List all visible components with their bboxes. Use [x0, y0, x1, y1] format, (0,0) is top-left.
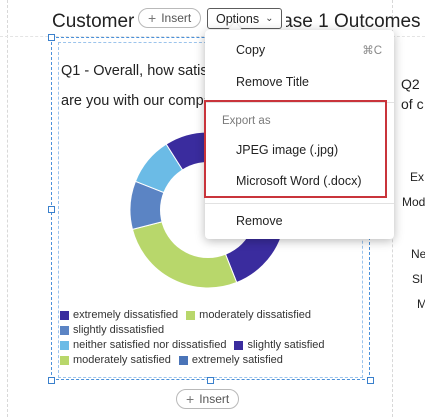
menu-item-label: Remove Title [236, 75, 309, 89]
legend-label: moderately satisfied [73, 354, 171, 366]
legend-item: neither satisfied nor dissatisfied [60, 338, 226, 353]
options-label: Options [216, 11, 260, 26]
legend-swatch [186, 311, 196, 320]
question-line-1: Q1 - Overall, how satisfied [61, 63, 211, 79]
legend-swatch [60, 326, 69, 335]
legend-row: slightly dissatisfied [60, 323, 370, 338]
legend-label: extremely satisfied [191, 354, 283, 366]
legend-label: slightly dissatisfied [73, 324, 165, 336]
resize-handle-bottom[interactable] [207, 377, 214, 384]
legend-swatch [60, 341, 69, 350]
right-label: M [417, 297, 425, 311]
legend-item: moderately satisfied [60, 353, 171, 368]
legend-label: extremely dissatisfied [73, 309, 179, 321]
menu-item-label: Remove [236, 214, 283, 228]
legend-row: extremely dissatisfied moderately dissat… [60, 308, 370, 323]
right-label: Sl [412, 272, 423, 286]
plus-icon: + [148, 10, 157, 26]
legend-swatch [60, 356, 69, 365]
menu-item-label: Copy [236, 43, 266, 57]
legend-swatch [60, 311, 69, 320]
legend-item: extremely dissatisfied [60, 308, 178, 323]
insert-button-bottom[interactable]: + Insert [176, 389, 240, 409]
right-question-line-1: Q2 [401, 76, 420, 92]
resize-handle-left[interactable] [48, 206, 55, 213]
right-question-text: Q2 of c [401, 74, 424, 114]
legend-row: neither satisfied nor dissatisfied sligh… [60, 338, 370, 353]
legend-swatch [234, 341, 244, 350]
copy-shortcut: ⌘C [362, 45, 382, 57]
legend-label: neither satisfied nor dissatisfied [73, 339, 227, 351]
guide-line [7, 0, 8, 417]
question-line-2: are you with our company? [61, 93, 211, 109]
menu-item-remove-title[interactable]: Remove Title [205, 67, 394, 97]
resize-handle-bottom-right[interactable] [367, 377, 374, 384]
resize-handle-top-left[interactable] [48, 34, 55, 41]
legend-row: moderately satisfied extremely satisfied [60, 353, 370, 368]
legend-item: slightly dissatisfied [60, 323, 164, 338]
export-highlight-box [204, 100, 387, 198]
question-text: Q1 - Overall, how satisfied are you with… [61, 56, 211, 116]
right-label: Mod [402, 195, 425, 209]
right-label: Ne [411, 247, 425, 261]
chevron-down-icon: ⌄ [265, 13, 274, 24]
legend-label: slightly satisfied [247, 339, 325, 351]
chart-legend: extremely dissatisfied moderately dissat… [60, 308, 370, 368]
right-label: Ex [410, 170, 425, 184]
legend-item: moderately dissatisfied [186, 308, 311, 323]
insert-label: Insert [161, 11, 192, 25]
plus-icon: + [186, 391, 195, 407]
legend-label: moderately dissatisfied [199, 309, 312, 321]
legend-item: slightly satisfied [234, 338, 325, 353]
menu-item-copy[interactable]: Copy ⌘C [205, 35, 394, 65]
menu-divider [205, 203, 394, 204]
legend-swatch [178, 356, 188, 365]
insert-button-top[interactable]: + Insert [138, 8, 202, 28]
resize-handle-bottom-left[interactable] [48, 377, 55, 384]
right-question-line-2: of c [401, 96, 424, 112]
options-button[interactable]: Options ⌄ [207, 8, 283, 29]
menu-item-remove[interactable]: Remove [205, 206, 394, 236]
legend-item: extremely satisfied [178, 353, 283, 368]
insert-label: Insert [199, 392, 230, 406]
